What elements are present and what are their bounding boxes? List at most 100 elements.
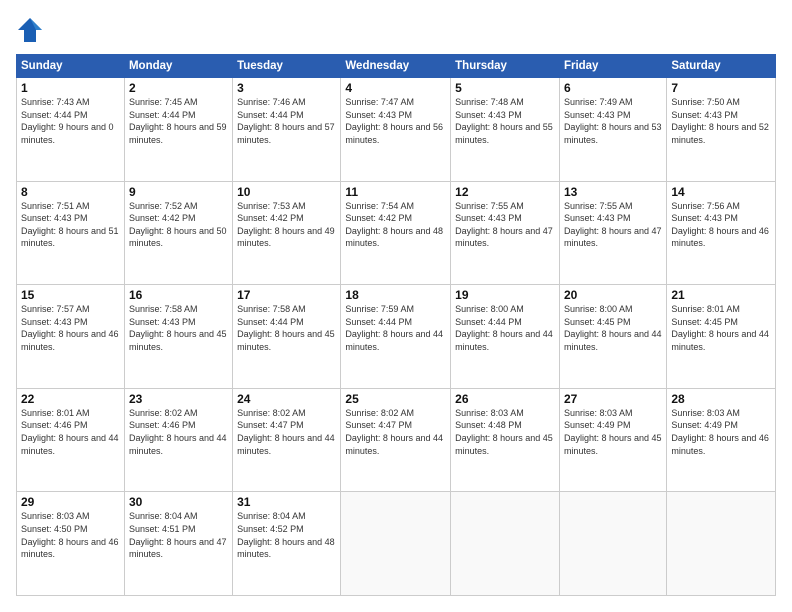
calendar-cell: 2 Sunrise: 7:45 AMSunset: 4:44 PMDayligh… <box>124 78 232 182</box>
calendar-cell: 25 Sunrise: 8:02 AMSunset: 4:47 PMDaylig… <box>341 388 451 492</box>
cell-info: Sunrise: 8:02 AMSunset: 4:47 PMDaylight:… <box>237 408 335 456</box>
day-number: 21 <box>671 288 771 302</box>
calendar-cell <box>341 492 451 596</box>
cell-info: Sunrise: 7:49 AMSunset: 4:43 PMDaylight:… <box>564 97 662 145</box>
day-number: 12 <box>455 185 555 199</box>
cell-info: Sunrise: 7:55 AMSunset: 4:43 PMDaylight:… <box>455 201 553 249</box>
calendar-cell: 26 Sunrise: 8:03 AMSunset: 4:48 PMDaylig… <box>451 388 560 492</box>
day-number: 8 <box>21 185 120 199</box>
calendar-cell: 13 Sunrise: 7:55 AMSunset: 4:43 PMDaylig… <box>559 181 666 285</box>
cell-info: Sunrise: 7:50 AMSunset: 4:43 PMDaylight:… <box>671 97 769 145</box>
day-number: 16 <box>129 288 228 302</box>
day-number: 7 <box>671 81 771 95</box>
calendar-cell: 4 Sunrise: 7:47 AMSunset: 4:43 PMDayligh… <box>341 78 451 182</box>
calendar-cell: 12 Sunrise: 7:55 AMSunset: 4:43 PMDaylig… <box>451 181 560 285</box>
calendar-cell: 11 Sunrise: 7:54 AMSunset: 4:42 PMDaylig… <box>341 181 451 285</box>
cell-info: Sunrise: 8:04 AMSunset: 4:52 PMDaylight:… <box>237 511 335 559</box>
calendar-cell: 9 Sunrise: 7:52 AMSunset: 4:42 PMDayligh… <box>124 181 232 285</box>
calendar-cell: 1 Sunrise: 7:43 AMSunset: 4:44 PMDayligh… <box>17 78 125 182</box>
calendar-cell: 29 Sunrise: 8:03 AMSunset: 4:50 PMDaylig… <box>17 492 125 596</box>
calendar-cell: 3 Sunrise: 7:46 AMSunset: 4:44 PMDayligh… <box>233 78 341 182</box>
calendar-week-row: 8 Sunrise: 7:51 AMSunset: 4:43 PMDayligh… <box>17 181 776 285</box>
calendar-cell: 30 Sunrise: 8:04 AMSunset: 4:51 PMDaylig… <box>124 492 232 596</box>
day-number: 4 <box>345 81 446 95</box>
calendar-cell: 5 Sunrise: 7:48 AMSunset: 4:43 PMDayligh… <box>451 78 560 182</box>
day-number: 29 <box>21 495 120 509</box>
cell-info: Sunrise: 8:00 AMSunset: 4:44 PMDaylight:… <box>455 304 553 352</box>
logo-icon <box>16 16 44 44</box>
calendar-cell: 17 Sunrise: 7:58 AMSunset: 4:44 PMDaylig… <box>233 285 341 389</box>
day-number: 17 <box>237 288 336 302</box>
calendar-week-row: 29 Sunrise: 8:03 AMSunset: 4:50 PMDaylig… <box>17 492 776 596</box>
cell-info: Sunrise: 8:04 AMSunset: 4:51 PMDaylight:… <box>129 511 227 559</box>
cell-info: Sunrise: 7:47 AMSunset: 4:43 PMDaylight:… <box>345 97 443 145</box>
calendar-week-row: 1 Sunrise: 7:43 AMSunset: 4:44 PMDayligh… <box>17 78 776 182</box>
day-number: 30 <box>129 495 228 509</box>
cell-info: Sunrise: 8:03 AMSunset: 4:50 PMDaylight:… <box>21 511 119 559</box>
day-number: 5 <box>455 81 555 95</box>
day-number: 9 <box>129 185 228 199</box>
calendar-cell: 8 Sunrise: 7:51 AMSunset: 4:43 PMDayligh… <box>17 181 125 285</box>
calendar-cell: 27 Sunrise: 8:03 AMSunset: 4:49 PMDaylig… <box>559 388 666 492</box>
cell-info: Sunrise: 8:02 AMSunset: 4:47 PMDaylight:… <box>345 408 443 456</box>
page: SundayMondayTuesdayWednesdayThursdayFrid… <box>0 0 792 612</box>
header <box>16 16 776 44</box>
cell-info: Sunrise: 8:01 AMSunset: 4:46 PMDaylight:… <box>21 408 119 456</box>
day-number: 11 <box>345 185 446 199</box>
day-number: 14 <box>671 185 771 199</box>
day-number: 31 <box>237 495 336 509</box>
cell-info: Sunrise: 7:53 AMSunset: 4:42 PMDaylight:… <box>237 201 335 249</box>
cell-info: Sunrise: 8:00 AMSunset: 4:45 PMDaylight:… <box>564 304 662 352</box>
day-number: 10 <box>237 185 336 199</box>
cell-info: Sunrise: 7:52 AMSunset: 4:42 PMDaylight:… <box>129 201 227 249</box>
cell-info: Sunrise: 7:45 AMSunset: 4:44 PMDaylight:… <box>129 97 227 145</box>
calendar-cell: 23 Sunrise: 8:02 AMSunset: 4:46 PMDaylig… <box>124 388 232 492</box>
calendar-cell: 7 Sunrise: 7:50 AMSunset: 4:43 PMDayligh… <box>667 78 776 182</box>
day-number: 2 <box>129 81 228 95</box>
weekday-header: Saturday <box>667 55 776 78</box>
weekday-header: Friday <box>559 55 666 78</box>
day-number: 13 <box>564 185 662 199</box>
cell-info: Sunrise: 7:48 AMSunset: 4:43 PMDaylight:… <box>455 97 553 145</box>
calendar-cell: 28 Sunrise: 8:03 AMSunset: 4:49 PMDaylig… <box>667 388 776 492</box>
logo <box>16 16 48 44</box>
calendar-cell <box>451 492 560 596</box>
calendar-header-row: SundayMondayTuesdayWednesdayThursdayFrid… <box>17 55 776 78</box>
calendar-cell: 31 Sunrise: 8:04 AMSunset: 4:52 PMDaylig… <box>233 492 341 596</box>
day-number: 22 <box>21 392 120 406</box>
cell-info: Sunrise: 8:03 AMSunset: 4:49 PMDaylight:… <box>564 408 662 456</box>
cell-info: Sunrise: 7:46 AMSunset: 4:44 PMDaylight:… <box>237 97 335 145</box>
weekday-header: Sunday <box>17 55 125 78</box>
day-number: 20 <box>564 288 662 302</box>
calendar-cell <box>559 492 666 596</box>
calendar-cell: 6 Sunrise: 7:49 AMSunset: 4:43 PMDayligh… <box>559 78 666 182</box>
calendar-week-row: 15 Sunrise: 7:57 AMSunset: 4:43 PMDaylig… <box>17 285 776 389</box>
cell-info: Sunrise: 8:01 AMSunset: 4:45 PMDaylight:… <box>671 304 769 352</box>
day-number: 1 <box>21 81 120 95</box>
calendar-cell <box>667 492 776 596</box>
calendar-cell: 19 Sunrise: 8:00 AMSunset: 4:44 PMDaylig… <box>451 285 560 389</box>
weekday-header: Tuesday <box>233 55 341 78</box>
cell-info: Sunrise: 8:03 AMSunset: 4:49 PMDaylight:… <box>671 408 769 456</box>
calendar-cell: 24 Sunrise: 8:02 AMSunset: 4:47 PMDaylig… <box>233 388 341 492</box>
calendar-cell: 14 Sunrise: 7:56 AMSunset: 4:43 PMDaylig… <box>667 181 776 285</box>
weekday-header: Wednesday <box>341 55 451 78</box>
day-number: 15 <box>21 288 120 302</box>
day-number: 26 <box>455 392 555 406</box>
day-number: 25 <box>345 392 446 406</box>
cell-info: Sunrise: 7:54 AMSunset: 4:42 PMDaylight:… <box>345 201 443 249</box>
cell-info: Sunrise: 7:58 AMSunset: 4:44 PMDaylight:… <box>237 304 335 352</box>
cell-info: Sunrise: 7:58 AMSunset: 4:43 PMDaylight:… <box>129 304 227 352</box>
calendar-cell: 15 Sunrise: 7:57 AMSunset: 4:43 PMDaylig… <box>17 285 125 389</box>
cell-info: Sunrise: 7:57 AMSunset: 4:43 PMDaylight:… <box>21 304 119 352</box>
calendar-cell: 10 Sunrise: 7:53 AMSunset: 4:42 PMDaylig… <box>233 181 341 285</box>
cell-info: Sunrise: 7:43 AMSunset: 4:44 PMDaylight:… <box>21 97 114 145</box>
day-number: 24 <box>237 392 336 406</box>
calendar-cell: 18 Sunrise: 7:59 AMSunset: 4:44 PMDaylig… <box>341 285 451 389</box>
cell-info: Sunrise: 7:59 AMSunset: 4:44 PMDaylight:… <box>345 304 443 352</box>
day-number: 3 <box>237 81 336 95</box>
cell-info: Sunrise: 8:02 AMSunset: 4:46 PMDaylight:… <box>129 408 227 456</box>
cell-info: Sunrise: 7:51 AMSunset: 4:43 PMDaylight:… <box>21 201 119 249</box>
calendar-cell: 22 Sunrise: 8:01 AMSunset: 4:46 PMDaylig… <box>17 388 125 492</box>
day-number: 27 <box>564 392 662 406</box>
